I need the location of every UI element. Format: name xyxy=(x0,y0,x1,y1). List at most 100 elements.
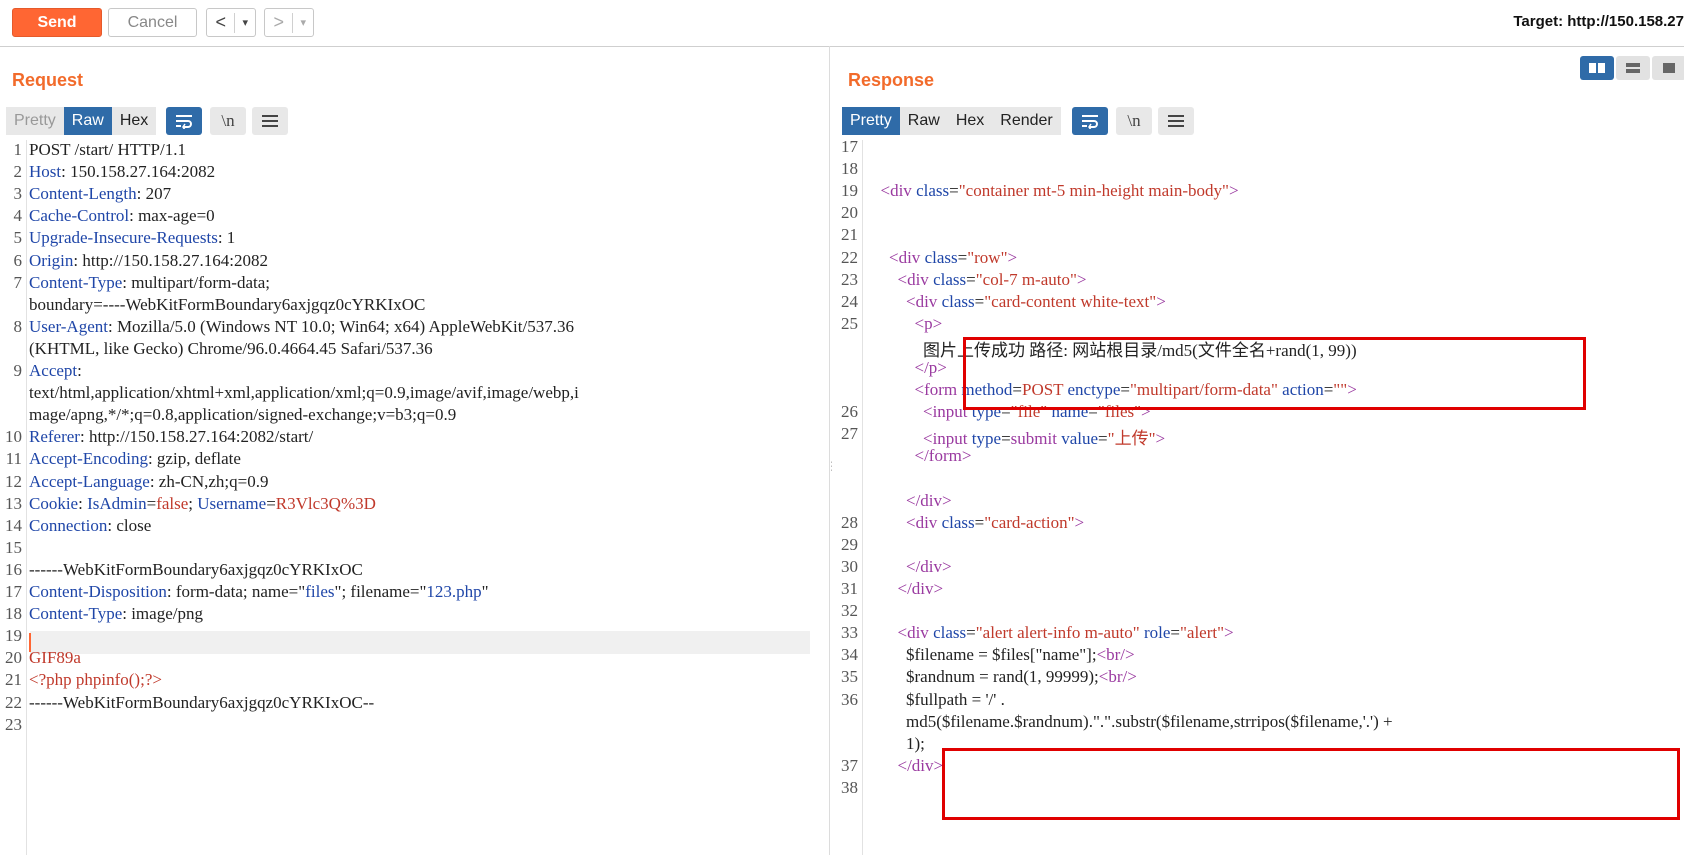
code-token: Cookie xyxy=(29,493,79,513)
code-line: $filename = $files["name"];<br/> xyxy=(872,645,1135,665)
tab-pretty[interactable]: Pretty xyxy=(6,107,64,135)
chevron-down-icon[interactable]: ▾ xyxy=(234,12,255,33)
code-token: Content-Disposition xyxy=(29,582,167,601)
code-token: : xyxy=(77,361,82,380)
code-line: Cookie: IsAdmin=false; Username=R3Vlc3Q%… xyxy=(29,494,376,514)
code-token: > xyxy=(1156,291,1166,311)
tab-render[interactable]: Render xyxy=(992,107,1061,135)
back-button[interactable]: < ▾ xyxy=(206,8,256,37)
code-token: = xyxy=(1170,623,1180,643)
code-token: : 207 xyxy=(136,184,172,204)
code-token: Content-Type xyxy=(29,272,123,292)
splitter-handle[interactable]: ⋮ xyxy=(826,460,838,472)
code-token: : multipart/form-data; xyxy=(122,272,270,292)
line-number: 11 xyxy=(5,449,22,469)
target-label[interactable]: Target: http://150.158.27 xyxy=(1513,13,1684,30)
code-token: = xyxy=(957,247,968,267)
code-token: : xyxy=(78,493,88,513)
code-token: "上传" xyxy=(1107,429,1156,449)
code-token: Accept-Encoding xyxy=(29,449,148,469)
tab-pretty[interactable]: Pretty xyxy=(842,107,900,135)
line-number: 12 xyxy=(5,471,22,491)
line-number: 20 xyxy=(5,648,22,668)
code-token: : 150.158.27.164:2082 xyxy=(61,162,216,182)
chevron-down-icon[interactable]: ▾ xyxy=(292,12,313,33)
pane-divider[interactable] xyxy=(829,46,830,855)
menu-icon[interactable] xyxy=(252,107,288,135)
chevron-left-icon: < xyxy=(215,12,226,32)
request-editor[interactable]: 1 POST /start/ HTTP/1.1 2 Host: 150.158.27.… xyxy=(0,140,815,855)
single-view-icon[interactable] xyxy=(1652,56,1684,80)
code-line: $fullpath = '/' . xyxy=(872,690,1005,710)
line-number: 30 xyxy=(841,556,858,576)
response-editor[interactable]: 17 18 19 <div class="container mt-5 min-he… xyxy=(832,140,1684,855)
code-token: </div> xyxy=(906,556,952,576)
tab-hex[interactable]: Hex xyxy=(947,107,993,135)
code-token: ; xyxy=(188,493,198,513)
code-line: $randnum = rand(1, 99999);<br/> xyxy=(872,667,1137,687)
code-token: class xyxy=(924,247,958,267)
code-line: <div class="card-content white-text"> xyxy=(872,292,1166,312)
code-token: Upgrade-Insecure-Requests xyxy=(29,228,218,248)
code-token: Accept xyxy=(29,361,78,380)
menu-icon[interactable] xyxy=(1158,107,1194,135)
line-number: 27 xyxy=(841,424,858,444)
newline-toggle-icon[interactable]: \n xyxy=(1116,107,1152,135)
tab-raw[interactable]: Raw xyxy=(899,107,948,135)
code-token: "alert alert-info m-auto" xyxy=(975,623,1144,643)
code-token: : form-data; name=" xyxy=(166,582,306,601)
current-line-highlight xyxy=(30,631,810,654)
code-token: > xyxy=(1074,512,1085,532)
code-token: Origin xyxy=(29,250,74,270)
code-token: : http://150.158.27.164:2082 xyxy=(73,250,268,270)
code-token: ------WebKitFormBoundary6axjgqz0cYRKIxOC… xyxy=(29,692,375,712)
newline-toggle-icon[interactable]: \n xyxy=(210,107,246,135)
send-button[interactable]: Send xyxy=(12,8,102,37)
code-token: 123.php xyxy=(426,582,482,601)
line-number: 29 xyxy=(841,534,858,554)
code-token: Content-Type xyxy=(29,604,123,624)
code-line: (KHTML, like Gecko) Chrome/96.0.4664.45 … xyxy=(29,339,433,359)
wrap-lines-icon[interactable] xyxy=(1072,107,1108,135)
code-token: : 1 xyxy=(217,228,236,248)
code-token: </p> xyxy=(914,358,947,377)
code-token: boundary=----WebKitFormBoundary6axjgqz0c… xyxy=(29,294,426,314)
code-token: $randnum = rand(1, 99999); xyxy=(872,667,1099,687)
code-token: class xyxy=(941,291,975,311)
line-number: 34 xyxy=(841,645,858,665)
wrap-lines-icon[interactable] xyxy=(166,107,202,135)
code-line: <div class="alert alert-info m-auto" rol… xyxy=(872,623,1234,643)
code-token: : zh-CN,zh;q=0.9 xyxy=(149,471,269,491)
code-token: $filename = $files["name"]; xyxy=(872,645,1097,665)
tab-hex[interactable]: Hex xyxy=(111,107,157,135)
code-line: </div> xyxy=(872,557,952,577)
horizontal-view-icon[interactable] xyxy=(1616,56,1650,80)
code-line: Referer: http://150.158.27.164:2082/star… xyxy=(29,427,313,447)
code-line: </div> xyxy=(872,756,944,776)
line-number: 37 xyxy=(841,755,858,775)
code-line: <?php phpinfo();?> xyxy=(29,670,162,690)
tab-raw[interactable]: Raw xyxy=(63,107,112,135)
code-token: class xyxy=(933,269,967,289)
code-token: <br/> xyxy=(1098,667,1137,687)
cancel-button[interactable]: Cancel xyxy=(108,8,197,37)
split-view-icon[interactable] xyxy=(1580,56,1614,80)
code-line: </div> xyxy=(872,579,944,599)
code-token: > xyxy=(1228,181,1239,201)
code-token: Connection xyxy=(29,515,108,535)
code-line: <div class="row"> xyxy=(872,248,1017,268)
forward-button[interactable]: > ▾ xyxy=(264,8,314,37)
code-line: </p> xyxy=(872,358,947,378)
line-number: 16 xyxy=(5,559,22,579)
code-token: = xyxy=(1001,429,1011,449)
code-token: class xyxy=(916,181,950,201)
line-number: 18 xyxy=(5,604,22,624)
code-line: Origin: http://150.158.27.164:2082 xyxy=(29,251,268,271)
code-token: </div> xyxy=(906,490,952,510)
